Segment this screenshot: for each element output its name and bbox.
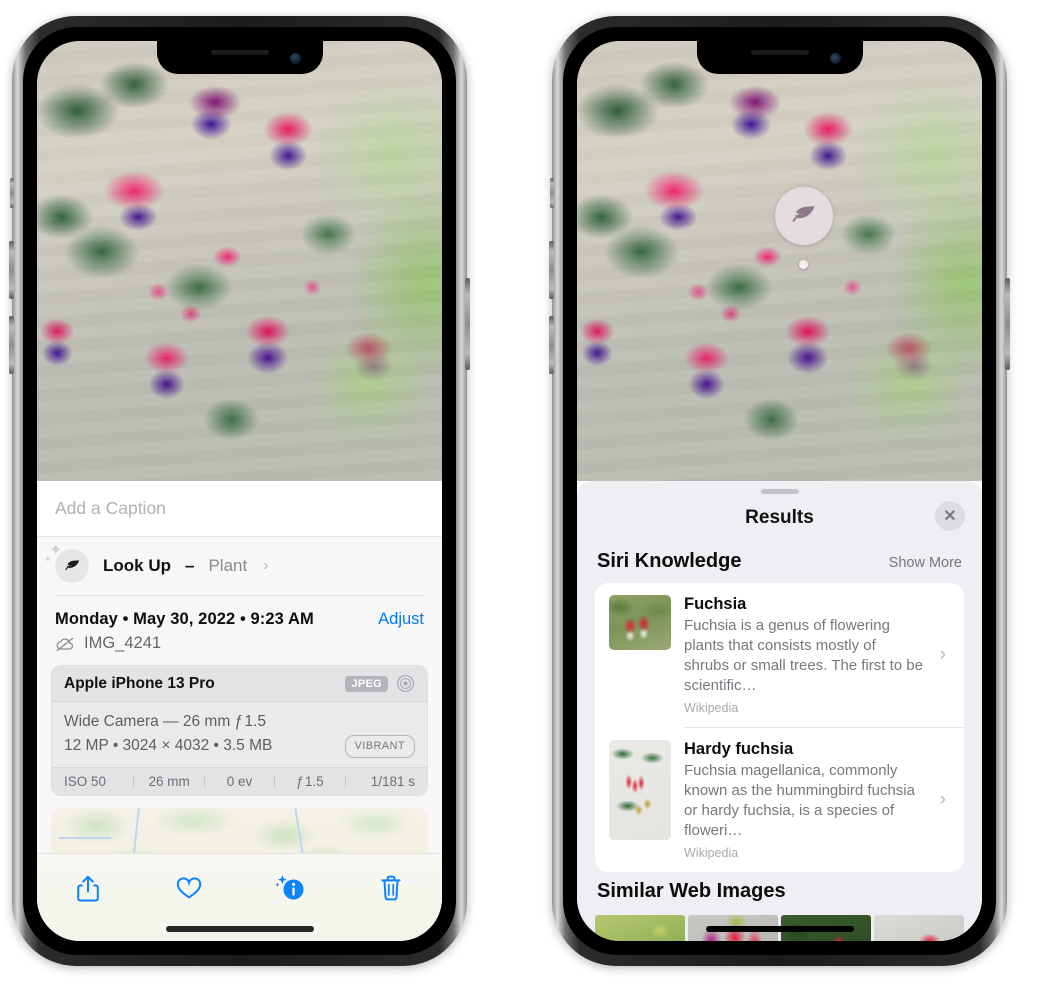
visual-look-up-indicator-dot	[799, 260, 808, 269]
exif-iso: ISO 50	[64, 774, 107, 790]
map-road	[58, 836, 112, 839]
photo-view[interactable]	[577, 41, 982, 481]
left-phone-bezel: Add a Caption ✦ ✦ Look Up – Plant › Mond…	[23, 27, 456, 955]
look-up-row[interactable]: ✦ ✦ Look Up – Plant ›	[37, 537, 442, 595]
trash-icon	[381, 875, 401, 901]
notch	[156, 41, 323, 74]
results-title: Results	[745, 507, 814, 528]
knowledge-thumbnail	[609, 739, 671, 840]
chevron-right-icon: ›	[939, 788, 946, 810]
knowledge-thumbnail	[609, 595, 671, 650]
camera-model: Apple iPhone 13 Pro	[64, 674, 215, 692]
info-sparkle-icon	[275, 875, 304, 900]
aperture-icon	[396, 674, 415, 693]
web-image-4[interactable]	[874, 914, 964, 941]
heart-icon	[176, 877, 202, 899]
left-phone-device: Add a Caption ✦ ✦ Look Up – Plant › Mond…	[9, 16, 470, 966]
close-button[interactable]: ✕	[935, 501, 965, 531]
photo-filename: IMG_4241	[84, 634, 162, 652]
web-image-1[interactable]	[595, 914, 685, 941]
quality-badge: VIBRANT	[344, 734, 415, 758]
results-header: Results ✕	[577, 494, 982, 542]
leaf-icon	[792, 206, 815, 222]
siri-knowledge-card: Fuchsia Fuchsia is a genus of flowering …	[595, 583, 964, 872]
power-button[interactable]	[465, 278, 470, 370]
camera-card-body: Wide Camera — 26 mm ƒ 1.5 12 MP • 3024 ×…	[52, 702, 427, 768]
results-sheet: Results ✕ Siri Knowledge Show More Fuchs…	[577, 481, 982, 941]
knowledge-title: Fuchsia	[684, 595, 747, 613]
right-phone-screen: Results ✕ Siri Knowledge Show More Fuchs…	[577, 41, 982, 941]
exif-row: ISO 50 26 mm 0 ev ƒ 1.5 1/181 s	[52, 767, 427, 796]
exif-focal-length: 26 mm	[148, 774, 190, 790]
front-camera-icon	[829, 53, 841, 64]
knowledge-row[interactable]: Hardy fuchsia Fuchsia magellanica, commo…	[595, 728, 964, 872]
look-up-subject: Plant	[208, 556, 248, 575]
similar-web-images-header: Similar Web Images	[577, 872, 982, 913]
photo-date: Monday • May 30, 2022 • 9:23 AM	[55, 610, 314, 628]
right-phone-device: Results ✕ Siri Knowledge Show More Fuchs…	[549, 16, 1010, 966]
camera-card-badges: JPEG	[345, 674, 415, 693]
home-indicator[interactable]	[705, 926, 854, 932]
similar-web-images-title: Similar Web Images	[597, 879, 786, 902]
camera-specs-row: 12 MP • 3024 × 4032 • 3.5 MB VIBRANT	[64, 734, 415, 758]
knowledge-text: Fuchsia Fuchsia is a genus of flowering …	[684, 595, 925, 715]
leaf-icon: ✦ ✦	[44, 543, 89, 583]
adjust-button[interactable]: Adjust	[378, 610, 424, 629]
chevron-right-icon: ›	[263, 557, 269, 574]
show-more-button[interactable]: Show More	[889, 555, 962, 571]
cloud-slash-icon	[56, 637, 74, 651]
screenshot-stage: Add a Caption ✦ ✦ Look Up – Plant › Mond…	[0, 0, 1055, 985]
photo-info-sheet: Add a Caption ✦ ✦ Look Up – Plant › Mond…	[37, 481, 442, 941]
knowledge-source: Wikipedia	[684, 700, 739, 715]
photo-view[interactable]	[37, 41, 442, 481]
look-up-label: Look Up	[103, 556, 171, 575]
siri-knowledge-title: Siri Knowledge	[597, 550, 742, 572]
caption-row[interactable]: Add a Caption	[37, 481, 442, 537]
share-button[interactable]	[66, 868, 110, 908]
volume-up-button[interactable]	[9, 241, 14, 299]
siri-knowledge-header: Siri Knowledge Show More	[577, 542, 982, 583]
volume-down-button[interactable]	[9, 316, 14, 374]
earpiece-speaker-icon	[210, 50, 269, 55]
info-button[interactable]	[268, 868, 312, 908]
knowledge-text: Hardy fuchsia Fuchsia magellanica, commo…	[684, 740, 925, 860]
knowledge-row[interactable]: Fuchsia Fuchsia is a genus of flowering …	[595, 583, 964, 727]
format-badge: JPEG	[345, 675, 388, 692]
volume-up-button[interactable]	[549, 241, 554, 299]
silent-switch[interactable]	[10, 178, 14, 208]
share-icon	[76, 875, 99, 901]
date-row: Monday • May 30, 2022 • 9:23 AM Adjust	[37, 596, 442, 629]
exif-shutter-speed: 1/181 s	[370, 774, 416, 790]
camera-info-card: Apple iPhone 13 Pro JPEG Wide Camera — 2…	[51, 665, 428, 797]
look-up-separator: –	[185, 556, 195, 575]
volume-down-button[interactable]	[549, 316, 554, 374]
knowledge-description: Fuchsia is a genus of flowering plants t…	[684, 617, 923, 694]
caption-input[interactable]: Add a Caption	[55, 498, 166, 519]
notch	[696, 41, 863, 74]
camera-lens-line: Wide Camera — 26 mm ƒ 1.5	[64, 713, 266, 730]
home-indicator[interactable]	[165, 926, 314, 932]
exif-aperture: ƒ 1.5	[296, 774, 324, 790]
front-camera-icon	[289, 53, 301, 64]
favorite-button[interactable]	[167, 868, 211, 908]
silent-switch[interactable]	[550, 178, 554, 208]
left-phone-screen: Add a Caption ✦ ✦ Look Up – Plant › Mond…	[37, 41, 442, 941]
chevron-right-icon: ›	[939, 643, 946, 665]
power-button[interactable]	[1005, 278, 1010, 370]
visual-look-up-badge[interactable]	[775, 187, 833, 245]
knowledge-source: Wikipedia	[684, 845, 739, 860]
knowledge-title: Hardy fuchsia	[684, 739, 794, 758]
sparkle-small-icon: ✦	[44, 554, 52, 564]
filename-row: IMG_4241	[37, 629, 442, 665]
exif-exposure-value: 0 ev	[226, 774, 253, 790]
camera-specs-line: 12 MP • 3024 × 4032 • 3.5 MB	[64, 737, 273, 755]
right-phone-bezel: Results ✕ Siri Knowledge Show More Fuchs…	[563, 27, 996, 955]
camera-card-header: Apple iPhone 13 Pro JPEG	[52, 666, 427, 702]
delete-button[interactable]	[369, 868, 413, 908]
knowledge-description: Fuchsia magellanica, commonly known as t…	[684, 761, 915, 839]
earpiece-speaker-icon	[750, 50, 809, 55]
